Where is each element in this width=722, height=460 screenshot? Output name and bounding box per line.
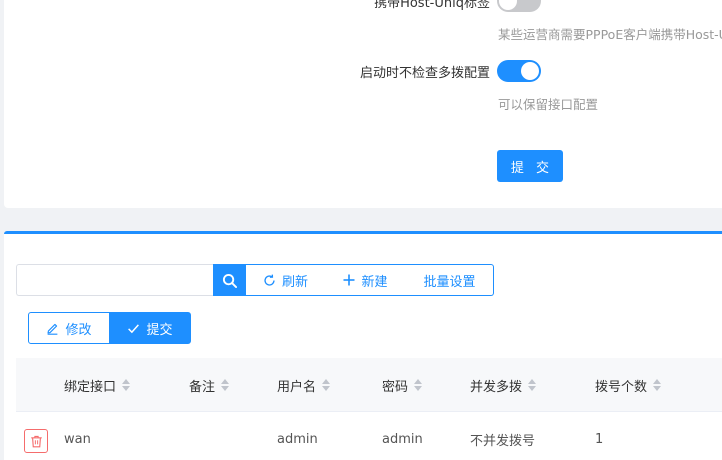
column-label: 拨号个数 (595, 379, 648, 395)
sort-icon[interactable] (322, 379, 331, 391)
edit-icon (47, 323, 58, 335)
search-button[interactable] (213, 264, 245, 296)
column-password[interactable]: 密码 (382, 358, 423, 412)
plus-icon (343, 274, 355, 286)
batch-settings-button[interactable]: 批量设置 (406, 264, 494, 296)
new-button[interactable]: 新建 (325, 264, 407, 296)
column-interface[interactable]: 绑定接口 (64, 358, 131, 412)
check-icon (128, 323, 140, 333)
edit-label: 修改 (65, 322, 92, 338)
skip-check-help: 可以保留接口配置 (498, 97, 599, 112)
column-username[interactable]: 用户名 (277, 358, 331, 412)
refresh-label: 刷新 (281, 274, 308, 290)
switch-knob (499, 0, 517, 10)
sort-icon[interactable] (221, 379, 230, 391)
delete-button[interactable] (24, 429, 48, 453)
column-label: 并发多拨 (470, 379, 523, 395)
settings-card: 携带Host-Uniq标签 某些运营商需要PPPoE客户端携带Host-Uniq… (4, 0, 722, 208)
cell-dial-count: 1 (595, 431, 604, 447)
commit-label: 提交 (146, 322, 173, 338)
column-remark[interactable]: 备注 (189, 358, 230, 412)
search-input[interactable] (16, 264, 214, 296)
sort-icon[interactable] (414, 379, 423, 391)
host-uniq-help: 某些运营商需要PPPoE客户端携带Host-Uniq (498, 27, 722, 42)
refresh-icon (264, 274, 275, 286)
column-concurrent[interactable]: 并发多拨 (470, 358, 537, 412)
cell-concurrent: 不并发拨号 (470, 433, 536, 449)
skip-check-switch[interactable] (497, 60, 541, 82)
skip-check-label: 启动时不检查多拨配置 (359, 66, 490, 81)
edit-button[interactable]: 修改 (28, 312, 110, 344)
table-row: wan admin admin 不并发拨号 1 (16, 413, 722, 460)
sort-icon[interactable] (653, 379, 662, 391)
host-uniq-switch[interactable] (497, 0, 541, 12)
sort-icon[interactable] (122, 379, 131, 391)
sort-icon[interactable] (528, 379, 537, 391)
column-label: 绑定接口 (64, 379, 117, 395)
search-icon (222, 273, 237, 288)
column-label: 密码 (382, 379, 409, 395)
cell-password: admin (382, 431, 423, 447)
refresh-button[interactable]: 刷新 (245, 264, 326, 296)
table-header: 绑定接口 备注 用户名 密码 并发多拨 拨号个数 (16, 358, 722, 412)
cell-interface: wan (64, 431, 91, 447)
settings-submit-button[interactable]: 提 交 (497, 150, 563, 182)
trash-icon (30, 435, 42, 447)
commit-button[interactable]: 提交 (109, 312, 191, 344)
new-label: 新建 (361, 274, 388, 290)
column-dial-count[interactable]: 拨号个数 (595, 358, 662, 412)
column-label: 备注 (189, 379, 216, 395)
host-uniq-label: 携带Host-Uniq标签 (374, 0, 490, 11)
cell-username: admin (277, 431, 318, 447)
batch-label: 批量设置 (423, 274, 476, 290)
column-label: 用户名 (277, 379, 317, 395)
switch-knob (521, 62, 539, 80)
